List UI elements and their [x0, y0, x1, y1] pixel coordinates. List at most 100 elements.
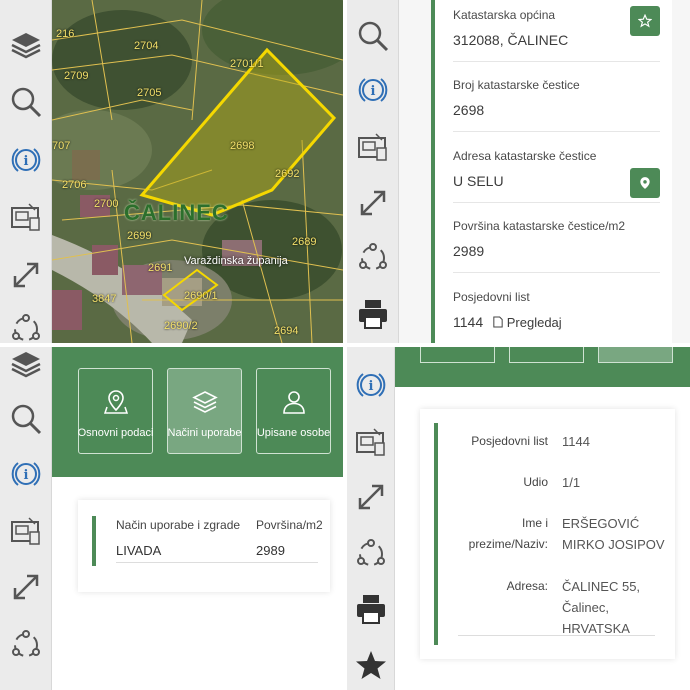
parcel-documents-button[interactable] [6, 511, 46, 551]
name-row: Ime i prezime/Naziv: ERŠEGOVIĆ MIRKO JOS… [458, 513, 665, 559]
parcel-address-label: Adresa katastarske čestice [453, 149, 597, 163]
search-button[interactable] [6, 399, 46, 439]
info-icon: i [11, 148, 41, 172]
parcel-documents-button[interactable] [351, 422, 391, 462]
parcel-label: 2700 [94, 198, 119, 210]
share-button[interactable] [353, 238, 393, 278]
parcel-label: 2699 [127, 230, 152, 242]
usage-card: Način uporabe i zgrade Površina/m2 LIVAD… [78, 500, 330, 592]
info-icon: i [11, 462, 41, 486]
expand-icon [13, 262, 39, 288]
person-icon [282, 391, 305, 414]
parcel-label: 2705 [137, 87, 162, 99]
parcel-number-field: Broj katastarske čestice 2698 [453, 78, 660, 132]
address-row: Adresa: ČALINEC 55, Čalinec, HRVATSKA [458, 576, 655, 636]
info-button[interactable]: i [6, 140, 46, 180]
place-name: ČALINEC [124, 200, 229, 225]
tab-owners-label: Upisane osobe [256, 427, 331, 439]
side-toolbar: i [347, 0, 399, 343]
municipality-label: Katastarska općina [453, 8, 556, 22]
owner-name-label: Ime i prezime/Naziv: [468, 516, 548, 551]
expand-button[interactable] [353, 183, 393, 223]
parcel-label: 2704 [134, 40, 159, 52]
star-outline-icon [638, 14, 652, 28]
owner-holding-value: 1144 [562, 434, 590, 449]
info-button[interactable]: i [353, 70, 393, 110]
star-icon [356, 651, 386, 679]
svg-text:i: i [369, 379, 374, 394]
parcel-documents-icon [11, 517, 40, 545]
locate-button[interactable] [630, 168, 660, 198]
owner-table: Posjedovni list 1144 Udio 1/1 Ime i prez… [434, 423, 665, 645]
owner-name-value: ERŠEGOVIĆ MIRKO JOSIPOV [562, 516, 665, 552]
parcel-label: 2694 [274, 325, 299, 337]
holding-value: 1144 [453, 314, 484, 330]
tab-owners[interactable]: Upisane osobe [256, 368, 331, 454]
view-holding-link[interactable]: Pregledaj [493, 315, 562, 330]
parcel-address-value: U SELU [453, 173, 504, 189]
parcel-details-screen: i Katastarska općina 312088, ČALINEC Bro… [347, 0, 690, 343]
side-toolbar: i [347, 347, 395, 690]
tab-usage[interactable] [509, 347, 584, 363]
parcel-label: 2689 [292, 236, 317, 248]
usage-screen: i Osnovni podaci Načini uporabe Upisane … [0, 347, 343, 690]
municipality-value: 312088, ČALINEC [453, 32, 569, 48]
search-icon [11, 404, 42, 435]
tab-owners[interactable] [598, 347, 673, 363]
expand-icon [358, 484, 384, 510]
tab-basic-data[interactable]: Osnovni podaci [78, 368, 153, 454]
info-icon: i [356, 373, 386, 397]
tab-basic-data[interactable] [420, 347, 495, 363]
parcel-label: 2691 [148, 262, 173, 274]
region-name: Varaždinska županija [184, 255, 288, 267]
svg-text:i: i [24, 468, 29, 483]
expand-icon [360, 190, 386, 216]
expand-button[interactable] [6, 567, 46, 607]
parcel-documents-icon [358, 133, 387, 161]
parcel-label: 2706 [62, 179, 87, 191]
row-divider [116, 562, 318, 563]
print-icon [357, 595, 385, 624]
search-button[interactable] [353, 16, 393, 56]
parcel-documents-button[interactable] [6, 197, 46, 237]
info-button[interactable]: i [351, 365, 391, 405]
search-icon [358, 21, 389, 52]
info-button[interactable]: i [6, 454, 46, 494]
favorites-button[interactable] [351, 645, 391, 685]
expand-button[interactable] [351, 477, 391, 517]
layers-button[interactable] [6, 347, 46, 383]
side-toolbar: i [0, 347, 52, 690]
parcel-documents-button[interactable] [353, 127, 393, 167]
layers-icon [11, 33, 41, 59]
tab-bar [395, 347, 690, 387]
print-icon [359, 300, 387, 329]
share-button[interactable] [351, 534, 391, 574]
parcel-area-label: Površina katastarske čestice/m2 [453, 219, 626, 233]
holding-field: Posjedovni list 1144 Pregledaj [453, 290, 660, 343]
print-button[interactable] [353, 294, 393, 334]
tab-basic-data-label: Osnovni podaci [77, 427, 154, 439]
usage-type-value: LIVADA [116, 543, 162, 558]
parcel-label: 2698 [230, 140, 255, 152]
tab-usage[interactable]: Načini uporabe [167, 368, 242, 454]
share-button[interactable] [6, 309, 46, 343]
document-icon [493, 316, 503, 327]
share-button[interactable] [6, 625, 46, 665]
layers-button[interactable] [6, 24, 46, 64]
holding-label: Posjedovni list [453, 290, 530, 304]
parcel-label: 3847 [92, 293, 117, 305]
expand-button[interactable] [6, 255, 46, 295]
owner-card: Posjedovni list 1144 Udio 1/1 Ime i prez… [420, 409, 675, 659]
parcel-label: 2709 [64, 70, 89, 82]
print-button[interactable] [351, 589, 391, 629]
parcel-number-label: Broj katastarske čestice [453, 78, 580, 92]
parcel-label: 216 [56, 28, 75, 40]
usage-area-value: 2989 [256, 543, 285, 558]
parcel-area-field: Površina katastarske čestice/m2 2989 [453, 219, 660, 273]
share-row: Udio 1/1 [458, 472, 655, 496]
cadastral-map[interactable]: 2704 2701/1 216 2709 2705 2698 707 2706 … [52, 0, 343, 343]
parcel-label: 2701/1 [230, 58, 264, 70]
favorite-button[interactable] [630, 6, 660, 36]
search-button[interactable] [6, 82, 46, 122]
parcel-area-value: 2989 [453, 243, 485, 259]
